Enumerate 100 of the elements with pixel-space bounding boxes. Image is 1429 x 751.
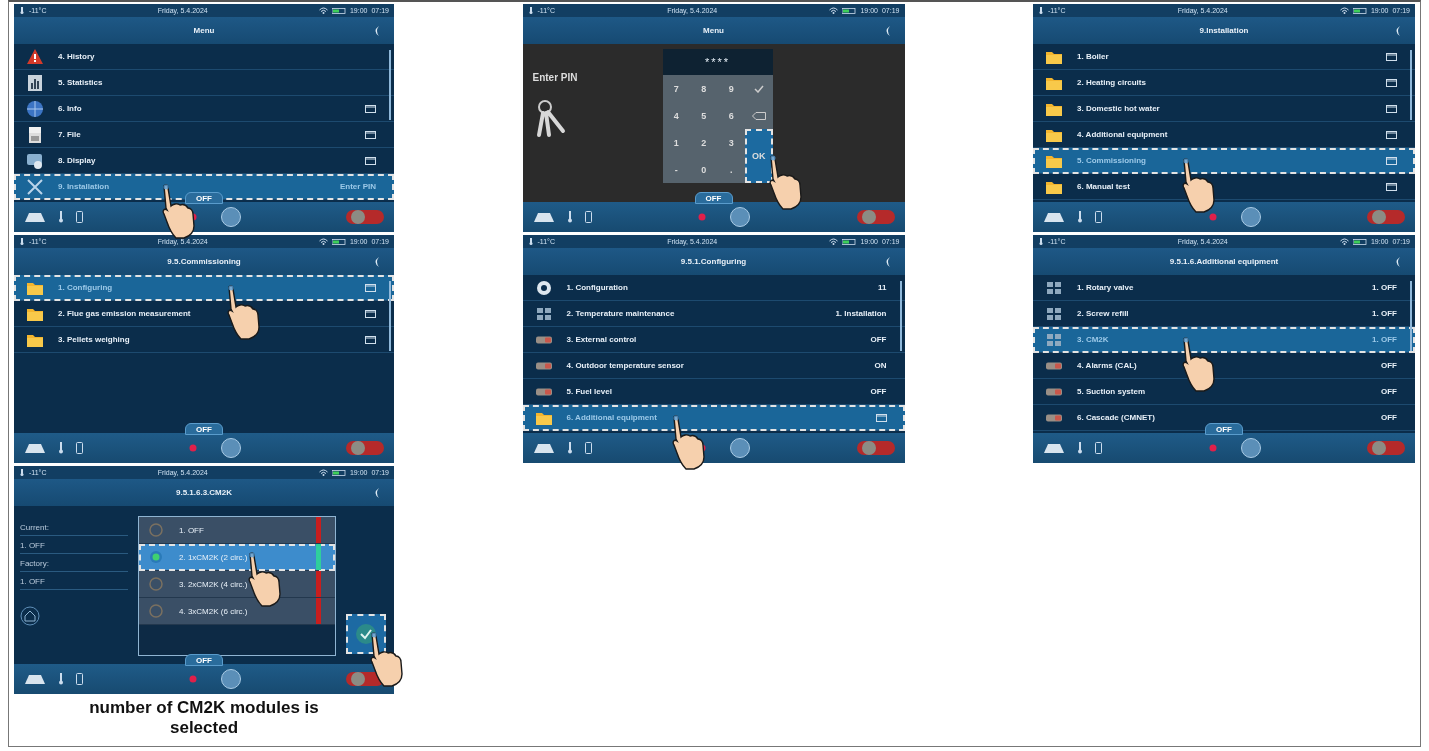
- thermometer-icon[interactable]: [1077, 442, 1083, 454]
- keypad-key[interactable]: .: [717, 156, 745, 183]
- item-value: 1. OFF: [1372, 283, 1397, 292]
- menu-item[interactable]: 4. Alarms (CAL) OFF: [1033, 353, 1415, 379]
- item-label: 2. Flue gas emission measurement: [58, 309, 192, 318]
- keypad-key[interactable]: 8: [690, 75, 718, 102]
- mode-tab[interactable]: OFF: [185, 654, 223, 666]
- wifi-icon: [829, 238, 839, 245]
- keypad-key[interactable]: 1: [662, 129, 690, 156]
- item-label: 6. Additional equipment: [566, 413, 658, 422]
- menu-item[interactable]: 2. Temperature maintenance 1. Installation: [522, 301, 905, 327]
- menu-item[interactable]: 2. Flue gas emission measurement: [14, 301, 394, 327]
- battery-icon: [842, 7, 857, 14]
- menu-item[interactable]: 5. Suction system OFF: [1033, 379, 1415, 405]
- menu-item[interactable]: 2. Heating circuits: [1033, 70, 1415, 96]
- phone-icon[interactable]: [76, 673, 83, 685]
- pin-prompt: Enter PIN: [532, 72, 579, 83]
- menu-button[interactable]: [220, 669, 241, 689]
- thermometer-icon[interactable]: [58, 211, 64, 223]
- mode-tab[interactable]: OFF: [185, 423, 223, 435]
- toggle-icon[interactable]: [856, 210, 895, 224]
- item-label: 9. Installation: [58, 182, 111, 191]
- thermometer-icon: [527, 238, 534, 245]
- phone-icon[interactable]: [1095, 442, 1102, 454]
- status-dot-icon: [698, 213, 706, 221]
- keypad-key[interactable]: -: [662, 156, 690, 183]
- battery-icon: [331, 7, 346, 14]
- screen-title: 9.5.1.6.3.CM2K: [176, 488, 232, 497]
- toggle-icon[interactable]: [346, 441, 384, 455]
- menu-item[interactable]: 3. External control OFF: [522, 327, 905, 353]
- option-item[interactable]: 1. OFF: [139, 517, 335, 544]
- phone-icon[interactable]: [1095, 211, 1102, 223]
- item-label: 5. Fuel level: [566, 387, 613, 396]
- toggle-icon[interactable]: [1367, 210, 1405, 224]
- toggle-icon[interactable]: [1367, 441, 1405, 455]
- menu-item[interactable]: 5. Statistics: [14, 70, 394, 96]
- keypad-key[interactable]: 3: [717, 129, 745, 156]
- phone-icon[interactable]: [584, 442, 592, 454]
- mode-tab[interactable]: OFF: [1205, 423, 1243, 435]
- menu-item[interactable]: 3. Pellets weighing: [14, 327, 394, 353]
- phone-icon[interactable]: [584, 211, 592, 223]
- keypad-key[interactable]: 6: [717, 102, 745, 129]
- keypad-key[interactable]: 4: [662, 102, 690, 129]
- item-value: OFF: [870, 335, 887, 344]
- menu-button[interactable]: [730, 207, 750, 227]
- item-label: 1. Boiler: [1077, 52, 1110, 61]
- item-label: 1. Configuration: [566, 283, 629, 292]
- thermometer-icon: [19, 238, 25, 245]
- menu-button[interactable]: [730, 438, 750, 458]
- menu-item[interactable]: 1. Boiler: [1033, 44, 1415, 70]
- keypad-key[interactable]: 0: [690, 156, 718, 183]
- menu-item[interactable]: 1. Rotary valve 1. OFF: [1033, 275, 1415, 301]
- menu-item[interactable]: 4. Outdoor temperature sensor ON: [522, 353, 905, 379]
- item-value: OFF: [870, 387, 887, 396]
- menu-button[interactable]: [1240, 207, 1261, 227]
- menu-item[interactable]: 4. History: [14, 44, 394, 70]
- thermometer-icon: [527, 7, 534, 14]
- item-value: OFF: [1381, 387, 1397, 396]
- gear-icon: [534, 278, 553, 297]
- keypad-key[interactable]: 7: [662, 75, 690, 102]
- screen-title: Menu: [193, 26, 215, 35]
- item-label: 2. Screw refill: [1077, 309, 1130, 318]
- thermometer-icon[interactable]: [58, 673, 64, 685]
- item-value: Enter PIN: [340, 182, 376, 191]
- tools-icon: [26, 177, 44, 196]
- menu-button[interactable]: [220, 438, 241, 458]
- item-label: 4. Additional equipment: [1077, 130, 1169, 139]
- factory-label: Factory:: [20, 556, 128, 572]
- mode-tab[interactable]: OFF: [185, 192, 223, 204]
- toggle-icon[interactable]: [856, 441, 895, 455]
- selected-radio-icon: [149, 550, 163, 564]
- thermometer-icon[interactable]: [566, 211, 573, 223]
- menu-item[interactable]: 1. Configuration 11: [522, 275, 905, 301]
- menu-item[interactable]: 6. Info: [14, 96, 394, 122]
- thermometer-icon[interactable]: [58, 442, 64, 454]
- keypad-key[interactable]: 2: [690, 129, 718, 156]
- item-label: 5. Suction system: [1077, 387, 1147, 396]
- item-label: 7. File: [58, 130, 82, 139]
- switch-icon: [1045, 387, 1063, 396]
- menu-item[interactable]: 7. File: [14, 122, 394, 148]
- menu-button[interactable]: [220, 207, 241, 227]
- battery-icon: [1352, 7, 1367, 14]
- option-item[interactable]: 4. 3xCM2K (6 circ.): [139, 598, 335, 625]
- menu-item[interactable]: 3. Domestic hot water: [1033, 96, 1415, 122]
- screen-title: 9.5.Commissioning: [167, 257, 241, 266]
- mode-tab[interactable]: OFF: [694, 192, 733, 204]
- keypad-key[interactable]: 9: [717, 75, 745, 102]
- pin-field[interactable]: ****: [662, 49, 773, 75]
- phone-icon[interactable]: [76, 211, 83, 223]
- home-icon[interactable]: [20, 606, 40, 626]
- item-label: 6. Manual test: [1077, 182, 1131, 191]
- thermometer-icon[interactable]: [566, 442, 573, 454]
- keypad-key[interactable]: 5: [690, 102, 718, 129]
- menu-button[interactable]: [1240, 438, 1261, 458]
- thermometer-icon[interactable]: [1077, 211, 1083, 223]
- item-label: 3. Pellets weighing: [58, 335, 131, 344]
- phone-icon[interactable]: [76, 442, 83, 454]
- item-label: 1. Rotary valve: [1077, 283, 1135, 292]
- menu-item[interactable]: 6. Manual test: [1033, 174, 1415, 200]
- toggle-icon[interactable]: [346, 210, 384, 224]
